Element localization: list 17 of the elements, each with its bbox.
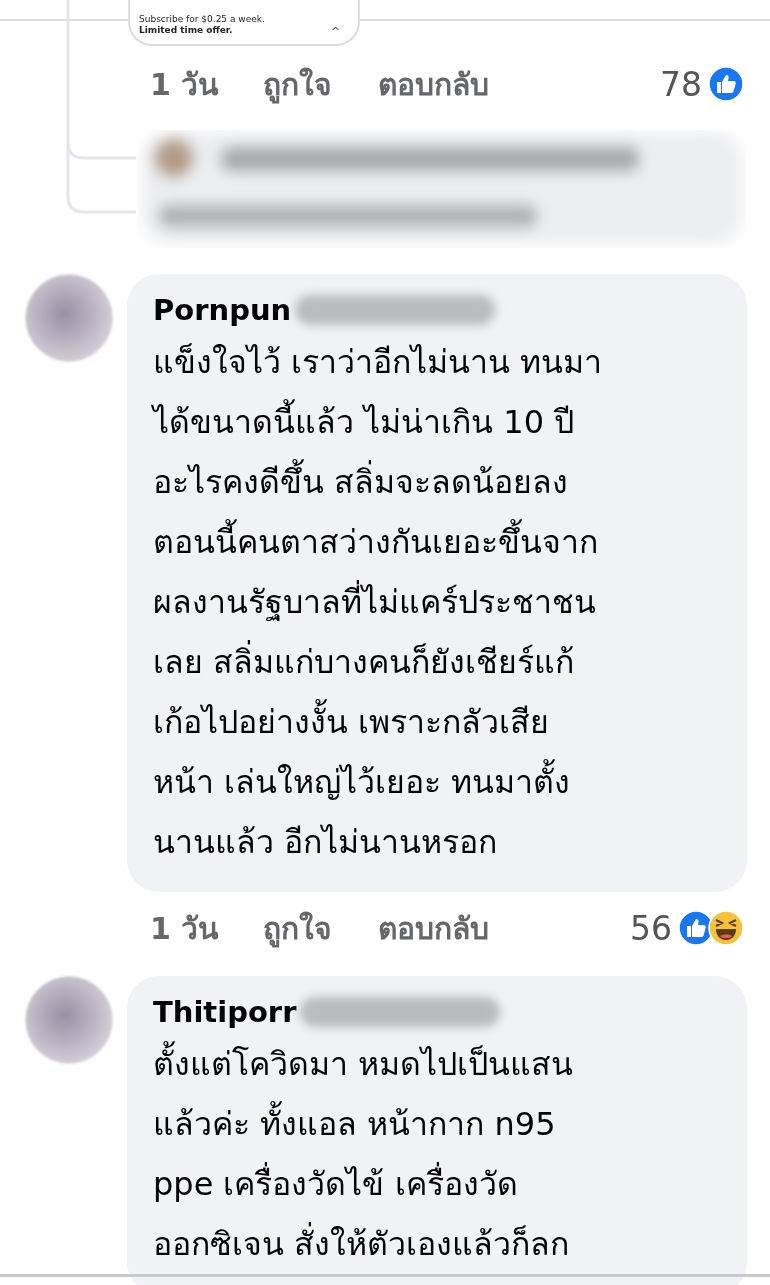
ad-card[interactable]: Subscribe for $0.25 a week. Limited time offer. ^ bbox=[128, 0, 360, 46]
comment-text: ตั้งแต่โควิดมา หมดไปเป็นแสน แล้วค่ะ ทั้งแอล หน้ากาก n95 ppe เครื่องวัดไข้ เครื่องวัด ออกซิเจน สั่งให้ตัวเองแล้วก็ลก bbox=[153, 1034, 721, 1274]
ad-text: Subscribe for $0.25 a week. Limited time offer. bbox=[138, 14, 266, 37]
like-link[interactable]: ถูกใจ bbox=[263, 60, 333, 108]
author-name[interactable]: Pornpun bbox=[153, 293, 292, 327]
reaction-count: 56 bbox=[630, 908, 672, 948]
comment-text: แข็งใจไว้ เราว่าอีกไม่นาน ทนมา ได้ขนาดนี้แล้ว ไม่น่าเกิน 10 ปี อะไรคงดีขึ้น สลิ่มจะลดน้อยลง ตอนนี้คนตาสว่างกันเยอะขึ้นจาก ผลงานรัฐบาลที่ไม่แคร์ประชาชน เลย สลิ่มแก่บางคนก็ยังเชียร์แก้ เก้อไปอย่างงั้น เพราะกลัวเสีย หน้า เล่นใหญ่ไว้เยอะ ทนมาตั้ง นานแล้ว อีกไม่นานหรอก bbox=[153, 342, 604, 863]
reaction-count: 78 bbox=[660, 64, 702, 104]
comment-time: 1 วัน bbox=[150, 909, 220, 948]
collapse-caret[interactable]: ^ bbox=[331, 25, 341, 42]
laughing-face-icon bbox=[708, 910, 744, 946]
like-icon bbox=[708, 66, 744, 102]
comment-time: 1 วัน bbox=[150, 65, 220, 104]
author-name[interactable]: Thitiporr bbox=[153, 995, 297, 1029]
reply-link[interactable]: ตอบกลับ bbox=[378, 904, 490, 952]
like-link[interactable]: ถูกใจ bbox=[263, 904, 333, 952]
reply-link[interactable]: ตอบกลับ bbox=[378, 60, 490, 108]
